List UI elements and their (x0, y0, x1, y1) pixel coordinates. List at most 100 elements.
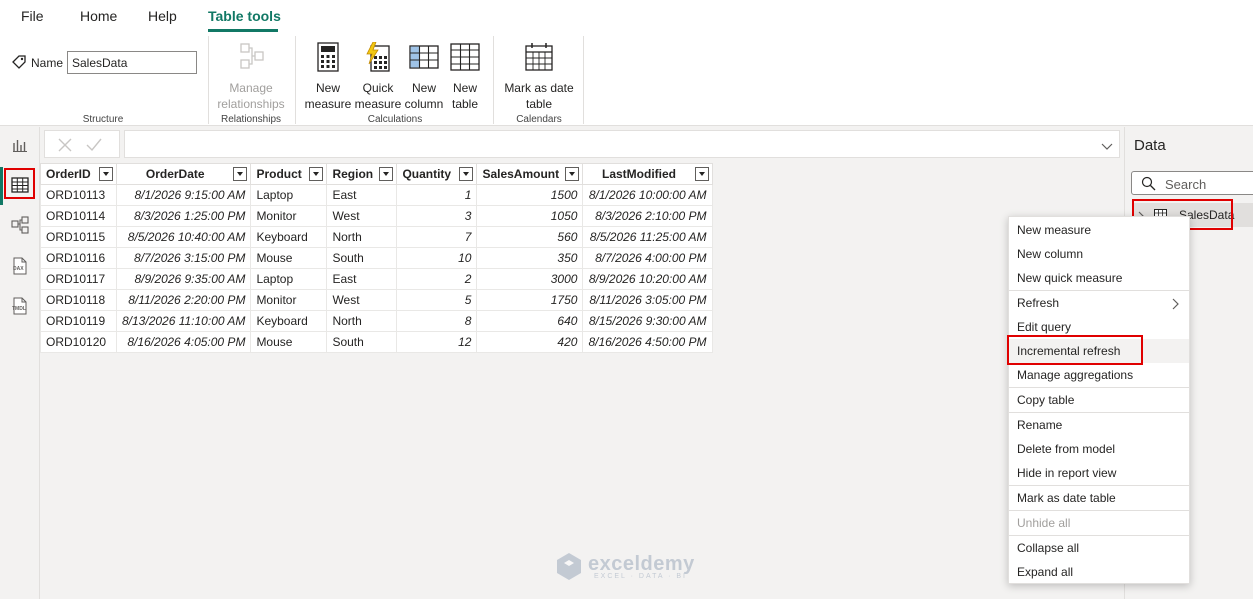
column-header[interactable]: Product (250, 163, 328, 185)
filter-dropdown-icon[interactable] (694, 167, 709, 181)
report-view-button[interactable] (4, 131, 36, 161)
filter-dropdown-icon[interactable] (379, 167, 394, 181)
table-cell[interactable]: 1500 (476, 184, 584, 206)
menu-table-tools[interactable]: Table tools (208, 8, 281, 24)
table-cell[interactable]: 8/7/2026 3:15:00 PM (115, 247, 252, 269)
table-cell[interactable]: West (326, 289, 398, 311)
table-cell[interactable]: 8/16/2026 4:50:00 PM (582, 331, 713, 353)
model-view-button[interactable] (4, 211, 36, 241)
table-cell[interactable]: 8/9/2026 9:35:00 AM (115, 268, 252, 290)
mark-as-date-table-button[interactable]: Mark as date table (500, 42, 578, 112)
table-cell[interactable]: ORD10116 (40, 247, 117, 269)
menu-file[interactable]: File (21, 8, 44, 24)
chevron-down-icon[interactable] (1101, 140, 1113, 154)
table-cell[interactable]: ORD10114 (40, 205, 117, 227)
column-header[interactable]: OrderDate (115, 163, 252, 185)
table-cell[interactable]: 8/1/2026 10:00:00 AM (582, 184, 713, 206)
table-cell[interactable]: East (326, 184, 398, 206)
filter-dropdown-icon[interactable] (233, 167, 248, 181)
table-cell[interactable]: 560 (476, 226, 584, 248)
menu-item-new-column[interactable]: New column (1009, 242, 1189, 266)
table-cell[interactable]: 8/16/2026 4:05:00 PM (115, 331, 252, 353)
table-cell[interactable]: 8/7/2026 4:00:00 PM (582, 247, 713, 269)
table-cell[interactable]: 3 (396, 205, 478, 227)
table-cell[interactable]: 640 (476, 310, 584, 332)
filter-dropdown-icon[interactable] (309, 167, 324, 181)
table-cell[interactable]: 8/13/2026 11:10:00 AM (115, 310, 252, 332)
table-cell[interactable]: 10 (396, 247, 478, 269)
formula-input[interactable] (124, 130, 1120, 158)
table-cell[interactable]: 8/15/2026 9:30:00 AM (582, 310, 713, 332)
table-cell[interactable]: 8/11/2026 3:05:00 PM (582, 289, 713, 311)
table-cell[interactable]: 8 (396, 310, 478, 332)
table-cell[interactable]: 5 (396, 289, 478, 311)
menu-item-collapse-all[interactable]: Collapse all (1009, 536, 1189, 560)
quick-measure-button[interactable]: Quick measure (354, 41, 402, 112)
table-cell[interactable]: ORD10115 (40, 226, 117, 248)
table-cell[interactable]: 8/3/2026 1:25:00 PM (115, 205, 252, 227)
table-name-input[interactable] (67, 51, 197, 74)
column-header[interactable]: LastModified (582, 163, 713, 185)
filter-dropdown-icon[interactable] (565, 167, 580, 181)
table-cell[interactable]: 8/5/2026 11:25:00 AM (582, 226, 713, 248)
table-cell[interactable]: 2 (396, 268, 478, 290)
new-table-button[interactable]: New table (446, 42, 484, 112)
table-cell[interactable]: Laptop (250, 184, 328, 206)
menu-item-mark-as-date-table[interactable]: Mark as date table (1009, 486, 1189, 510)
menu-item-manage-aggregations[interactable]: Manage aggregations (1009, 363, 1189, 387)
table-cell[interactable]: 8/11/2026 2:20:00 PM (115, 289, 252, 311)
table-cell[interactable]: ORD10118 (40, 289, 117, 311)
new-column-button[interactable]: New column (403, 42, 445, 112)
menu-item-expand-all[interactable]: Expand all (1009, 560, 1189, 584)
table-cell[interactable]: ORD10117 (40, 268, 117, 290)
table-cell[interactable]: ORD10113 (40, 184, 117, 206)
commit-formula-icon[interactable] (85, 137, 103, 156)
table-cell[interactable]: South (326, 247, 398, 269)
dax-query-view-button[interactable]: DAX (4, 251, 36, 281)
menu-item-refresh[interactable]: Refresh (1009, 291, 1189, 315)
table-cell[interactable]: North (326, 310, 398, 332)
table-cell[interactable]: 8/5/2026 10:40:00 AM (115, 226, 252, 248)
table-cell[interactable]: West (326, 205, 398, 227)
table-cell[interactable]: 1750 (476, 289, 584, 311)
table-cell[interactable]: 8/3/2026 2:10:00 PM (582, 205, 713, 227)
menu-item-delete-from-model[interactable]: Delete from model (1009, 437, 1189, 461)
table-cell[interactable]: 3000 (476, 268, 584, 290)
manage-relationships-button[interactable]: Manage relationships (214, 42, 288, 112)
table-cell[interactable]: ORD10119 (40, 310, 117, 332)
menu-item-hide-in-report-view[interactable]: Hide in report view (1009, 461, 1189, 485)
tmdl-view-button[interactable]: TMDL (4, 291, 36, 321)
column-header[interactable]: Quantity (396, 163, 478, 185)
table-cell[interactable]: East (326, 268, 398, 290)
menu-help[interactable]: Help (148, 8, 177, 24)
table-cell[interactable]: ORD10120 (40, 331, 117, 353)
menu-item-new-measure[interactable]: New measure (1009, 218, 1189, 242)
table-cell[interactable]: Keyboard (250, 310, 328, 332)
column-header[interactable]: Region (326, 163, 398, 185)
table-cell[interactable]: Keyboard (250, 226, 328, 248)
table-cell[interactable]: Laptop (250, 268, 328, 290)
menu-home[interactable]: Home (80, 8, 117, 24)
table-cell[interactable]: 1 (396, 184, 478, 206)
filter-dropdown-icon[interactable] (99, 167, 113, 181)
menu-item-copy-table[interactable]: Copy table (1009, 388, 1189, 412)
menu-item-new-quick-measure[interactable]: New quick measure (1009, 266, 1189, 290)
column-header[interactable]: SalesAmount (476, 163, 584, 185)
table-cell[interactable]: Monitor (250, 289, 328, 311)
menu-item-rename[interactable]: Rename (1009, 413, 1189, 437)
table-cell[interactable]: 7 (396, 226, 478, 248)
cancel-formula-icon[interactable] (57, 137, 73, 156)
column-header[interactable]: OrderID (40, 163, 117, 185)
table-cell[interactable]: 8/9/2026 10:20:00 AM (582, 268, 713, 290)
table-cell[interactable]: Monitor (250, 205, 328, 227)
search-input[interactable]: Search (1131, 171, 1253, 195)
table-cell[interactable]: South (326, 331, 398, 353)
table-cell[interactable]: North (326, 226, 398, 248)
filter-dropdown-icon[interactable] (459, 167, 474, 181)
table-cell[interactable]: 420 (476, 331, 584, 353)
new-measure-button[interactable]: New measure (304, 42, 352, 112)
table-cell[interactable]: 8/1/2026 9:15:00 AM (115, 184, 252, 206)
table-cell[interactable]: Mouse (250, 247, 328, 269)
table-cell[interactable]: 12 (396, 331, 478, 353)
table-cell[interactable]: Mouse (250, 331, 328, 353)
